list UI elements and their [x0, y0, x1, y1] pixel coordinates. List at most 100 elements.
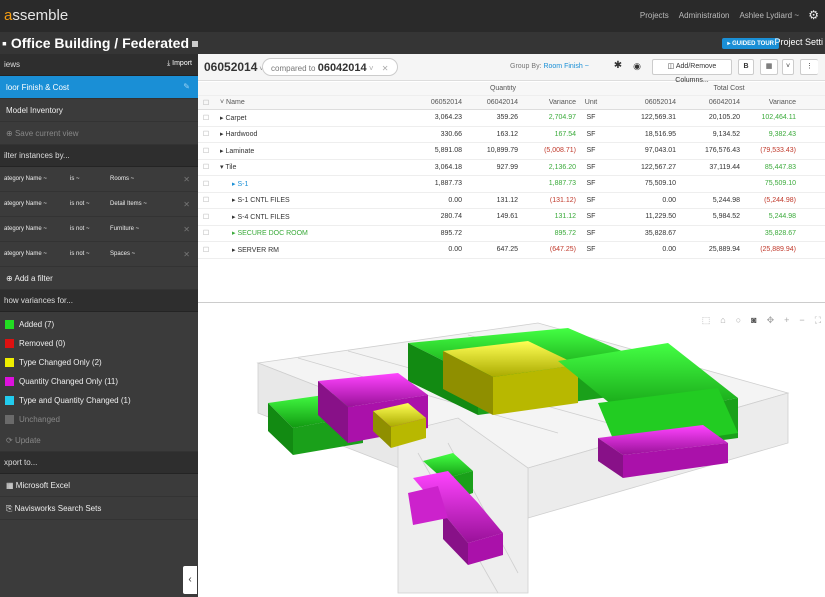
table-row[interactable]: ☐ ▸ SERVER RM 0.00 647.25 (647.25) SF 0.00 25,8… [198, 242, 825, 259]
row-cost-variance: (79,533.43) [760, 147, 796, 155]
group-by-select[interactable]: Group By: Room Finish ~ [510, 63, 589, 70]
table-row[interactable]: ☐ ▸ Laminate 5,891.08 10,899.79 (5,008.71) SF… [198, 143, 825, 160]
project-menu-icon[interactable] [192, 41, 198, 48]
pan-icon[interactable]: ✥ [767, 315, 775, 326]
filter-value-select[interactable]: Rooms ~ [110, 176, 170, 182]
nav-administration[interactable]: Administration [679, 11, 730, 20]
table-row[interactable]: ☐ ▸ S-1 CNTL FILES 0.00 131.12 (131.12) SF 0.0… [198, 193, 825, 209]
save-view-label: Save current view [14, 129, 79, 138]
table-row[interactable]: ☐ ▸ Hardwood 330.66 163.12 167.54 SF 18,516.95… [198, 127, 825, 143]
col-qty-variance[interactable]: Variance [518, 99, 576, 106]
legend-swatch [5, 415, 14, 424]
legend-item-unchanged[interactable]: Unchanged [0, 410, 198, 429]
filter-field-select[interactable]: ategory Name ~ [4, 226, 66, 232]
select-all-checkbox[interactable]: ☐ [198, 99, 214, 107]
col-cost-variance[interactable]: Variance [740, 99, 804, 106]
filter-operator-select[interactable]: is not ~ [70, 251, 106, 257]
row-name[interactable]: ▸ SECURE DOC ROOM [214, 229, 404, 237]
remove-filter-icon[interactable]: ✕ [183, 225, 190, 234]
row-checkbox[interactable]: ☐ [198, 229, 214, 237]
row-name[interactable]: ▸ S-1 [214, 180, 404, 188]
app-logo[interactable]: assemble [4, 7, 68, 24]
filter-field-select[interactable]: ategory Name ~ [4, 201, 66, 207]
project-settings-link[interactable]: Project Setti [774, 37, 823, 47]
pin-icon[interactable]: ✎ [183, 82, 190, 91]
remove-filter-icon[interactable]: ✕ [183, 200, 190, 209]
project-bullet: ▪ [2, 35, 11, 51]
row-checkbox[interactable]: ☐ [198, 130, 214, 138]
table-row[interactable]: ☐ ▸ S-4 CNTL FILES 280.74 149.61 131.12 SF 11,… [198, 209, 825, 226]
guided-tour-button[interactable]: ▸ GUIDED TOUR [722, 38, 779, 49]
legend-item-type-changed[interactable]: Type Changed Only (2) [0, 353, 198, 372]
row-name[interactable]: ▸ SERVER RM [214, 246, 404, 254]
row-checkbox[interactable]: ☐ [198, 163, 214, 171]
update-button[interactable]: ⟳ Update [0, 429, 198, 452]
col-unit[interactable]: Unit [576, 99, 606, 106]
add-filter-button[interactable]: ⊕ Add a filter [0, 267, 198, 290]
remove-filter-icon[interactable]: ✕ [183, 175, 190, 184]
col-cost-current[interactable]: 06052014 [606, 99, 676, 106]
filter-operator-select[interactable]: is ~ [70, 176, 106, 182]
nav-projects[interactable]: Projects [640, 11, 669, 20]
camera-icon[interactable]: ◙ [751, 315, 756, 326]
row-name[interactable]: ▸ S-1 CNTL FILES [214, 196, 404, 204]
row-checkbox[interactable]: ☐ [198, 196, 214, 204]
zoom-fit-icon[interactable]: ⬚ [702, 315, 711, 326]
col-qty-previous[interactable]: 06042014 [462, 99, 518, 106]
export-excel[interactable]: ▦ Microsoft Excel [0, 474, 198, 497]
compare-select[interactable]: compared to 06042014 ˅ ✕ [262, 58, 398, 76]
table-row[interactable]: ☐ ▸ S-1 1,887.73 1,887.73 SF 75,509.10 75,509.… [198, 176, 825, 193]
filter-value-select[interactable]: Furniture ~ [110, 226, 170, 232]
fullscreen-icon[interactable]: ⛶ [815, 315, 821, 326]
grid-menu-icon[interactable]: ▦ [760, 59, 778, 75]
filter-operator-select[interactable]: is not ~ [70, 226, 106, 232]
col-qty-current[interactable]: 06052014 [404, 99, 462, 106]
zoom-in-icon[interactable]: + [784, 315, 789, 326]
row-checkbox[interactable]: ☐ [198, 246, 214, 254]
clear-compare-icon[interactable]: ✕ [382, 64, 389, 73]
collapse-sidebar-button[interactable]: ‹ [183, 566, 197, 594]
orbit-icon[interactable]: ○ [736, 315, 741, 326]
row-name[interactable]: ▸ Laminate [214, 147, 404, 155]
user-menu[interactable]: Ashlee Lydiard ~ [739, 11, 799, 20]
table-row[interactable]: ☐ ▸ SECURE DOC ROOM 895.72 895.72 SF 35,828.6… [198, 226, 825, 242]
legend-item-quantity-changed[interactable]: Quantity Changed Only (11) [0, 372, 198, 391]
chevron-down-icon[interactable]: ˅ [782, 59, 794, 75]
add-remove-columns-button[interactable]: ◫ Add/Remove Columns... [652, 59, 732, 84]
row-checkbox[interactable]: ☐ [198, 147, 214, 155]
snapshot-select[interactable]: 06052014 ˅ [204, 60, 263, 74]
filter-field-select[interactable]: ategory Name ~ [4, 251, 66, 257]
table-row[interactable]: ☐ ▸ Carpet 3,064.23 359.26 2,704.97 SF 122,569… [198, 110, 825, 127]
legend-item-removed[interactable]: Removed (0) [0, 334, 198, 353]
row-name[interactable]: ▾ Tile [214, 163, 404, 171]
row-name[interactable]: ▸ Hardwood [214, 130, 404, 138]
settings-gear-icon[interactable]: ✱ [611, 59, 625, 75]
row-checkbox[interactable]: ☐ [198, 114, 214, 122]
gear-icon[interactable]: ⚙ [808, 8, 819, 22]
filter-operator-select[interactable]: is not ~ [70, 201, 106, 207]
model-viewer[interactable]: ⬚ ⌂ ○ ◙ ✥ + − ⛶ [198, 302, 825, 597]
toggle-icon[interactable]: ◉ [630, 59, 644, 75]
legend-item-type-and-quantity[interactable]: Type and Quantity Changed (1) [0, 391, 198, 410]
col-cost-previous[interactable]: 06042014 [676, 99, 740, 106]
col-name[interactable]: ˅ Name [214, 99, 404, 106]
export-button[interactable]: B [738, 59, 754, 75]
row-checkbox[interactable]: ☐ [198, 213, 214, 221]
row-name[interactable]: ▸ S-4 CNTL FILES [214, 213, 404, 221]
remove-filter-icon[interactable]: ✕ [183, 250, 190, 259]
filter-value-select[interactable]: Detail Items ~ [110, 201, 170, 207]
zoom-out-icon[interactable]: − [799, 315, 804, 326]
save-current-view[interactable]: ⊕ Save current view [0, 122, 198, 145]
view-floor-finish-cost[interactable]: loor Finish & Cost ✎ [0, 76, 198, 99]
home-icon[interactable]: ⌂ [720, 315, 725, 326]
import-button[interactable]: ⤓ Import [167, 60, 192, 68]
row-checkbox[interactable]: ☐ [198, 180, 214, 188]
legend-item-added[interactable]: Added (7) [0, 315, 198, 334]
view-model-inventory[interactable]: Model Inventory [0, 99, 198, 122]
filter-value-select[interactable]: Spaces ~ [110, 251, 170, 257]
table-row[interactable]: ☐ ▾ Tile 3,064.18 927.99 2,136.20 SF 122,567.2… [198, 160, 825, 176]
row-name[interactable]: ▸ Carpet [214, 114, 404, 122]
more-icon[interactable]: ⋮ [800, 59, 818, 75]
filter-field-select[interactable]: ategory Name ~ [4, 176, 66, 182]
export-navisworks[interactable]: ⎘ Navisworks Search Sets [0, 497, 198, 520]
